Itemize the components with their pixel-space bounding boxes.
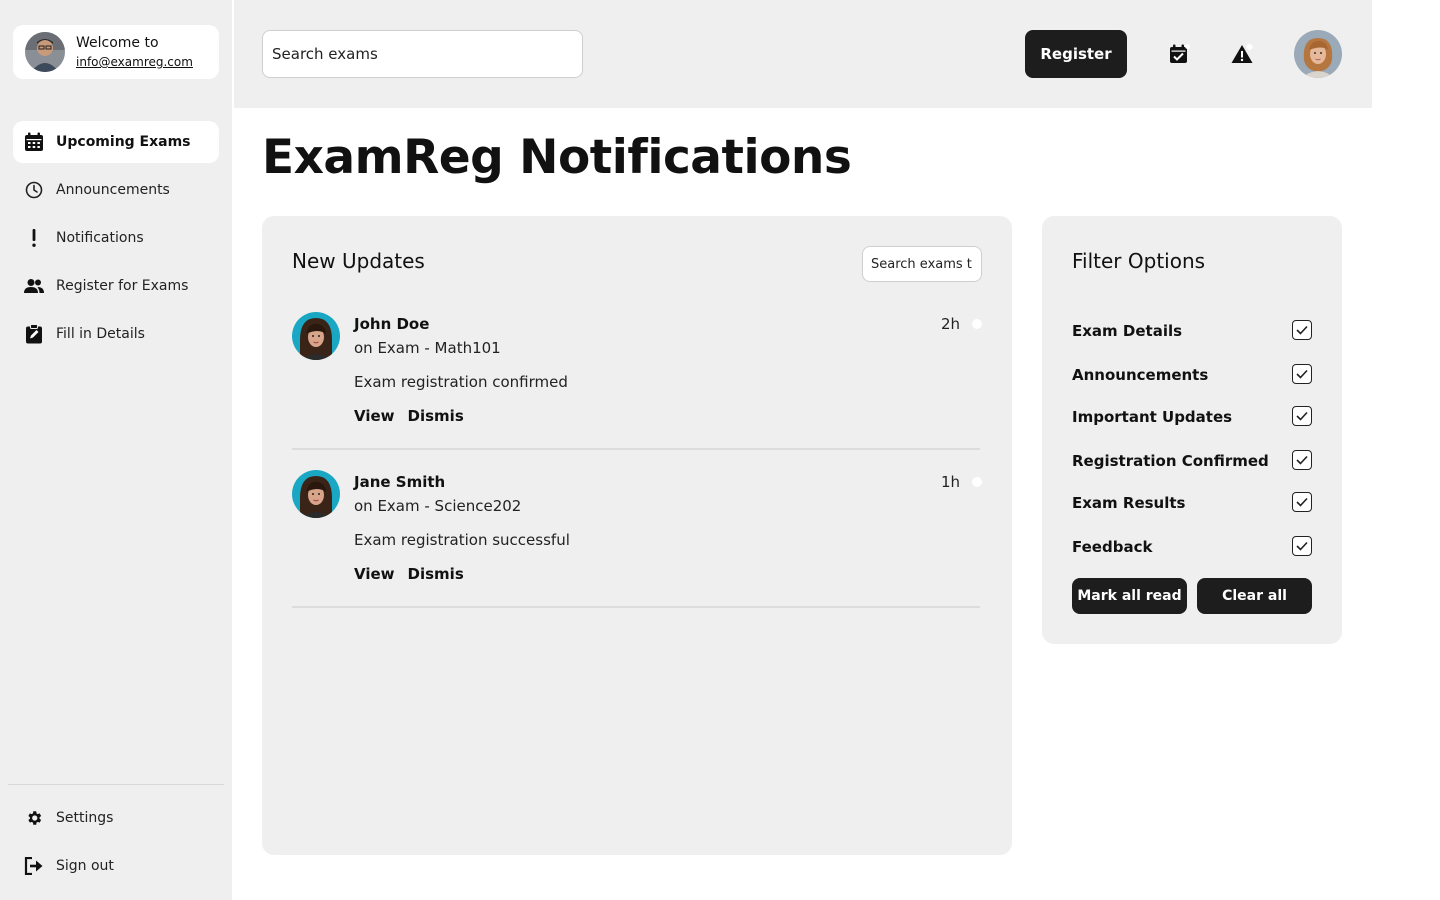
calendar-icon bbox=[24, 132, 44, 152]
sidebar-item-label: Upcoming Exams bbox=[56, 134, 191, 150]
email-link[interactable]: info@examreg.com bbox=[76, 55, 193, 69]
notification-actions: View Dismis bbox=[354, 565, 464, 583]
view-button[interactable]: View bbox=[354, 407, 395, 425]
unread-dot bbox=[972, 319, 982, 329]
notification-message: Exam registration successful bbox=[354, 531, 570, 549]
sidebar: Welcome to info@examreg.com Upcoming Exa… bbox=[0, 0, 232, 900]
notification-item: Jane Smith on Exam - Science202 Exam reg… bbox=[292, 470, 982, 608]
check-icon bbox=[1296, 455, 1308, 465]
notification-exam: on Exam - Math101 bbox=[354, 339, 501, 357]
sidebar-item-notifications[interactable]: Notifications bbox=[13, 217, 219, 259]
sign-out-icon bbox=[24, 856, 44, 876]
filter-label: Registration Confirmed bbox=[1072, 452, 1269, 470]
sidebar-item-fill-in-details[interactable]: Fill in Details bbox=[13, 313, 219, 355]
mark-all-read-button[interactable]: Mark all read bbox=[1072, 578, 1187, 614]
notification-name: John Doe bbox=[354, 315, 430, 333]
checkbox[interactable] bbox=[1292, 364, 1312, 384]
gear-icon bbox=[24, 808, 44, 828]
updates-search-input[interactable] bbox=[862, 246, 982, 282]
sidebar-item-label: Register for Exams bbox=[56, 278, 189, 294]
view-button[interactable]: View bbox=[354, 565, 395, 583]
notification-time: 1h bbox=[940, 473, 960, 491]
filter-label: Exam Results bbox=[1072, 494, 1186, 512]
checkbox[interactable] bbox=[1292, 536, 1312, 556]
notification-actions: View Dismis bbox=[354, 407, 464, 425]
sidebar-item-sign-out[interactable]: Sign out bbox=[13, 845, 219, 887]
search-input[interactable] bbox=[262, 30, 583, 78]
check-icon bbox=[1296, 497, 1308, 507]
filter-label: Important Updates bbox=[1072, 408, 1233, 426]
sidebar-item-label: Settings bbox=[56, 810, 114, 826]
filter-option-registration-confirmed: Registration Confirmed bbox=[1072, 450, 1312, 472]
checkbox[interactable] bbox=[1292, 450, 1312, 470]
dismiss-button[interactable]: Dismis bbox=[408, 407, 464, 425]
unread-dot bbox=[972, 477, 982, 487]
notification-divider bbox=[292, 448, 980, 450]
updates-panel: New Updates John Doe on Exam - Math101 E… bbox=[262, 216, 1012, 855]
clear-all-button[interactable]: Clear all bbox=[1197, 578, 1312, 614]
exclamation-icon bbox=[24, 228, 44, 248]
warning-icon[interactable] bbox=[1230, 42, 1254, 66]
calendar-check-icon[interactable] bbox=[1167, 42, 1191, 66]
notification-divider bbox=[292, 606, 980, 608]
check-icon bbox=[1296, 325, 1308, 335]
sidebar-item-label: Fill in Details bbox=[56, 326, 145, 342]
sidebar-divider bbox=[8, 784, 224, 785]
checkbox[interactable] bbox=[1292, 406, 1312, 426]
avatar bbox=[25, 32, 65, 72]
notification-name: Jane Smith bbox=[354, 473, 446, 491]
clock-icon bbox=[24, 180, 44, 200]
profile-avatar[interactable] bbox=[1294, 30, 1342, 78]
filter-option-feedback: Feedback bbox=[1072, 536, 1312, 558]
user-card[interactable]: Welcome to info@examreg.com bbox=[13, 25, 219, 79]
clipboard-edit-icon bbox=[24, 324, 44, 344]
filter-title: Filter Options bbox=[1072, 249, 1206, 273]
sidebar-item-label: Notifications bbox=[56, 230, 144, 246]
sidebar-item-label: Announcements bbox=[56, 182, 170, 198]
checkbox[interactable] bbox=[1292, 320, 1312, 340]
filter-option-important-updates: Important Updates bbox=[1072, 406, 1312, 428]
page-title: ExamReg Notifications bbox=[262, 130, 852, 185]
register-button[interactable]: Register bbox=[1025, 30, 1127, 78]
dismiss-button[interactable]: Dismis bbox=[408, 565, 464, 583]
sidebar-item-announcements[interactable]: Announcements bbox=[13, 169, 219, 211]
sidebar-item-settings[interactable]: Settings bbox=[13, 797, 219, 839]
notification-item: John Doe on Exam - Math101 Exam registra… bbox=[292, 312, 982, 450]
welcome-text: Welcome to bbox=[76, 35, 159, 51]
filter-option-announcements: Announcements bbox=[1072, 364, 1312, 386]
avatar bbox=[292, 312, 340, 360]
filter-option-exam-details: Exam Details bbox=[1072, 320, 1312, 342]
filter-label: Exam Details bbox=[1072, 322, 1183, 340]
filter-option-exam-results: Exam Results bbox=[1072, 492, 1312, 514]
top-header: Register bbox=[234, 0, 1372, 108]
check-icon bbox=[1296, 369, 1308, 379]
sidebar-item-label: Sign out bbox=[56, 858, 114, 874]
check-icon bbox=[1296, 411, 1308, 421]
checkbox[interactable] bbox=[1292, 492, 1312, 512]
sidebar-item-register-for-exams[interactable]: Register for Exams bbox=[13, 265, 219, 307]
notification-exam: on Exam - Science202 bbox=[354, 497, 522, 515]
notification-message: Exam registration confirmed bbox=[354, 373, 568, 391]
filter-panel: Filter Options Exam Details Announcement… bbox=[1042, 216, 1342, 644]
filter-label: Announcements bbox=[1072, 366, 1209, 384]
people-icon bbox=[24, 276, 44, 296]
notification-time: 2h bbox=[940, 315, 960, 333]
avatar bbox=[292, 470, 340, 518]
sidebar-item-upcoming-exams[interactable]: Upcoming Exams bbox=[13, 121, 219, 163]
filter-label: Feedback bbox=[1072, 538, 1153, 556]
updates-title: New Updates bbox=[292, 249, 425, 273]
check-icon bbox=[1296, 541, 1308, 551]
